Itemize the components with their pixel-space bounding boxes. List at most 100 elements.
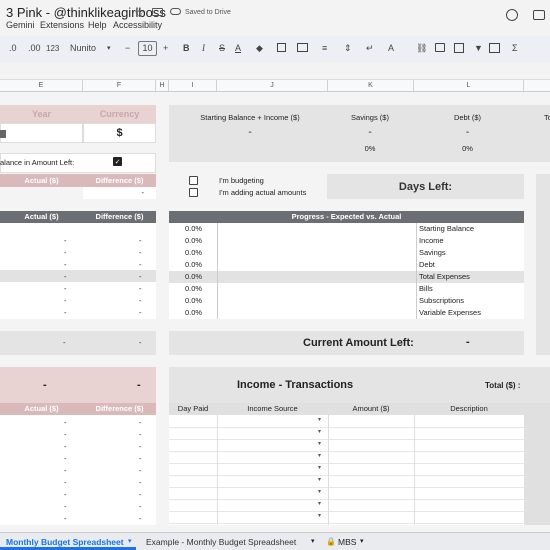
rotate-text-icon[interactable]: A	[388, 41, 394, 56]
row-line	[169, 511, 524, 512]
tab-monthly-budget[interactable]: Monthly Budget Spreadsheet	[6, 535, 124, 549]
column-header-j[interactable]: J	[217, 80, 328, 91]
table-cell[interactable]: -	[64, 477, 67, 489]
table-cell[interactable]: -	[139, 271, 142, 283]
table-cell[interactable]: -	[139, 283, 142, 295]
dropdown-arrow-icon[interactable]: ▾	[318, 512, 321, 519]
income-header-description: Description	[414, 403, 524, 415]
filter-icon[interactable]: ▼	[474, 41, 483, 56]
table-cell[interactable]: -	[64, 271, 67, 283]
row-line	[169, 487, 524, 488]
table-cell[interactable]: -	[139, 465, 142, 477]
difference-value-1[interactable]: -	[83, 187, 156, 199]
table-cell[interactable]: -	[64, 247, 67, 259]
insert-comment-icon[interactable]	[435, 43, 445, 52]
filter-views-icon[interactable]	[489, 43, 500, 53]
table-cell[interactable]: -	[64, 307, 67, 319]
move-folder-icon[interactable]	[152, 8, 163, 16]
fill-color-icon[interactable]: ◆	[256, 41, 263, 56]
column-header-h[interactable]: H	[156, 80, 169, 91]
table-cell[interactable]: -	[139, 441, 142, 453]
progress-percent: 0.0%	[185, 224, 203, 233]
table-cell[interactable]: -	[139, 417, 142, 429]
table-cell[interactable]: -	[64, 441, 67, 453]
bold-button[interactable]: B	[183, 41, 190, 56]
font-size-decrease-button[interactable]: −	[125, 41, 130, 56]
number-format-button[interactable]: 123	[46, 41, 59, 56]
table-cell[interactable]: -	[139, 429, 142, 441]
chevron-down-icon[interactable]: ▾	[128, 535, 132, 549]
table-cell[interactable]: -	[139, 453, 142, 465]
table-cell[interactable]: -	[64, 513, 67, 525]
text-color-button[interactable]: A	[235, 41, 241, 56]
selected-cell[interactable]	[0, 130, 6, 138]
column-header-i[interactable]: I	[169, 80, 217, 91]
table-cell[interactable]: -	[139, 235, 142, 247]
decrease-decimal-button[interactable]: .0	[9, 41, 17, 56]
font-size-increase-button[interactable]: +	[163, 41, 168, 56]
column-header-e[interactable]: E	[0, 80, 83, 91]
align-icon[interactable]: ≡	[322, 41, 327, 56]
insert-chart-icon[interactable]	[454, 43, 464, 53]
wrap-icon[interactable]: ↵	[366, 41, 374, 56]
tab-example[interactable]: Example - Monthly Budget Spreadsheet	[146, 535, 296, 549]
table-cell[interactable]: -	[64, 501, 67, 513]
vertical-align-icon[interactable]: ⇕	[344, 41, 352, 56]
currency-value[interactable]: $	[83, 123, 156, 143]
table-cell[interactable]: -	[139, 247, 142, 259]
history-icon[interactable]	[506, 9, 518, 21]
functions-button[interactable]: Σ	[512, 41, 518, 56]
dropdown-arrow-icon[interactable]: ▾	[318, 440, 321, 447]
table-cell[interactable]: -	[64, 235, 67, 247]
tab-mbs[interactable]: MBS	[338, 535, 356, 549]
actual-amounts-checkbox[interactable]	[189, 188, 198, 197]
dropdown-arrow-icon[interactable]: ▾	[318, 488, 321, 495]
font-select[interactable]: Nunito	[70, 41, 96, 56]
table-cell[interactable]: -	[139, 513, 142, 525]
table-cell[interactable]: -	[64, 453, 67, 465]
column-header-k[interactable]: K	[328, 80, 414, 91]
table-cell[interactable]: -	[64, 465, 67, 477]
budgeting-checkbox[interactable]	[189, 176, 198, 185]
table-cell[interactable]: -	[139, 501, 142, 513]
borders-icon[interactable]	[277, 43, 286, 52]
dropdown-arrow-icon[interactable]: ▾	[318, 428, 321, 435]
table-cell[interactable]: -	[139, 307, 142, 319]
table-cell[interactable]: -	[64, 417, 67, 429]
link-icon[interactable]: ⛓	[416, 41, 427, 56]
dropdown-arrow-icon[interactable]: ▾	[318, 416, 321, 423]
increase-decimal-button[interactable]: .00	[28, 41, 41, 56]
menu-gemini[interactable]: Gemini	[6, 20, 35, 30]
menu-accessibility[interactable]: Accessibility	[113, 20, 162, 30]
italic-button[interactable]: I	[202, 41, 205, 56]
font-size-input[interactable]: 10	[138, 41, 157, 56]
table-cell[interactable]: -	[64, 283, 67, 295]
progress-percent: 0.0%	[185, 272, 203, 281]
dropdown-arrow-icon[interactable]: ▾	[318, 452, 321, 459]
comment-icon[interactable]	[533, 10, 545, 20]
chevron-down-icon[interactable]: ▾	[311, 535, 315, 549]
table-cell[interactable]: -	[64, 295, 67, 307]
star-icon[interactable]: ☆	[134, 6, 145, 20]
table-cell[interactable]: -	[139, 477, 142, 489]
menu-help[interactable]: Help	[88, 20, 107, 30]
year-header: Year	[0, 105, 83, 123]
left-bottom-dash-1: -	[43, 379, 47, 391]
balance-checkbox[interactable]: ✓	[113, 157, 122, 166]
year-cell[interactable]	[0, 123, 83, 143]
income-header-source: Income Source	[217, 403, 328, 415]
chevron-down-icon[interactable]: ▾	[107, 41, 111, 56]
column-header-l[interactable]: L	[414, 80, 524, 91]
dropdown-arrow-icon[interactable]: ▾	[318, 500, 321, 507]
table-cell[interactable]: -	[64, 429, 67, 441]
strikethrough-button[interactable]: S	[219, 41, 225, 56]
dropdown-arrow-icon[interactable]: ▾	[318, 464, 321, 471]
column-header-f[interactable]: F	[83, 80, 156, 91]
dropdown-arrow-icon[interactable]: ▾	[318, 476, 321, 483]
table-cell[interactable]: -	[139, 295, 142, 307]
chevron-down-icon[interactable]: ▾	[360, 535, 364, 549]
merge-cells-icon[interactable]	[297, 43, 308, 52]
table-cell[interactable]: -	[64, 489, 67, 501]
table-cell[interactable]: -	[139, 489, 142, 501]
menu-extensions[interactable]: Extensions	[40, 20, 84, 30]
